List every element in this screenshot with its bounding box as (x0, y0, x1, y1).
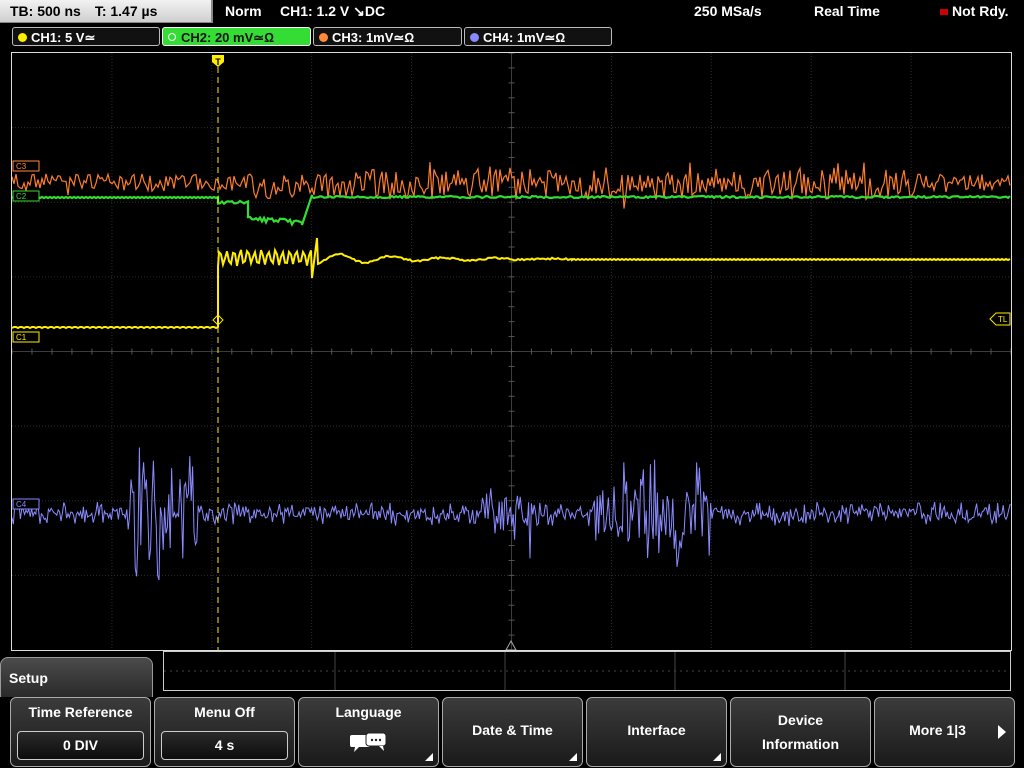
next-page-arrow-icon (998, 725, 1006, 739)
softkey-label: Menu Off (194, 704, 255, 720)
time-reference-value[interactable]: 0 DIV (17, 731, 144, 760)
ch4-marker-label: C4 (16, 500, 27, 509)
acquisition-mode: Real Time (814, 3, 880, 19)
channel-tab-label: CH2: 20 mV≃Ω (181, 30, 275, 45)
speech-bubble-icon (350, 732, 387, 752)
ch1-marker-label: C1 (16, 333, 27, 342)
ch2-marker-label: C2 (16, 192, 27, 201)
channel-tab-ch2[interactable]: CH2: 20 mV≃Ω (162, 27, 311, 46)
softkey-label: Date & Time (472, 722, 553, 738)
zoom-overview-strip[interactable] (163, 651, 1011, 691)
softkey-label: Time Reference (28, 704, 133, 720)
ch3-marker-label: C3 (16, 162, 27, 171)
device-information-softkey[interactable]: Device Information (730, 697, 871, 767)
channel-tab-ch1[interactable]: CH1: 5 V≃ (12, 27, 160, 46)
trigger-level-marker[interactable]: TL (989, 312, 1011, 326)
channel-tab-ch3[interactable]: CH3: 1mV≃Ω (313, 27, 462, 46)
graticule-grid (12, 53, 1011, 650)
ch2-color-dot-icon (168, 33, 176, 41)
submenu-indicator-icon (569, 753, 577, 761)
interface-softkey[interactable]: Interface (586, 697, 727, 767)
ch2-level-marker[interactable]: C2 (12, 190, 40, 202)
ch4-level-marker[interactable]: C4 (12, 498, 40, 510)
ch1-color-dot-icon (18, 33, 27, 42)
timebase-box[interactable]: TB: 500 ns T: 1.47 µs (0, 0, 213, 23)
trigger-position-marker[interactable]: T (212, 55, 224, 67)
channel-tabs: CH1: 5 V≃ CH2: 20 mV≃Ω CH3: 1mV≃Ω CH4: 1… (0, 26, 1024, 48)
channel-tab-ch4[interactable]: CH4: 1mV≃Ω (464, 27, 612, 46)
trigger-marker-label: T (215, 57, 221, 67)
more-softkey[interactable]: More 1|3 (874, 697, 1015, 767)
softkey-label: Device (777, 712, 824, 728)
date-time-softkey[interactable]: Date & Time (442, 697, 583, 767)
softkey-label: Language (335, 704, 402, 720)
ch3-color-dot-icon (319, 33, 328, 42)
channel-tab-label: CH3: 1mV≃Ω (332, 30, 415, 45)
sample-rate: 250 MSa/s (694, 3, 762, 19)
waveform-display[interactable]: T C3 C2 C1 C4 TL (11, 52, 1012, 651)
language-softkey[interactable]: Language (298, 697, 439, 767)
time-reference-softkey[interactable]: Time Reference 0 DIV (10, 697, 151, 767)
timebase-value: TB: 500 ns (10, 3, 81, 19)
status-indicator (940, 9, 948, 15)
trigger-mode[interactable]: Norm (225, 3, 262, 19)
submenu-indicator-icon (713, 753, 721, 761)
submenu-indicator-icon (425, 753, 433, 761)
trigger-level-label: TL (998, 315, 1008, 324)
menu-title: Setup (9, 670, 48, 686)
ch3-level-marker[interactable]: C3 (12, 160, 40, 172)
channel-tab-label: CH1: 5 V≃ (31, 30, 96, 45)
menu-title-tab[interactable]: Setup (0, 657, 153, 697)
ch1-level-marker[interactable]: C1 (12, 331, 40, 343)
softkey-label-line2: Information (762, 736, 839, 752)
softkey-label: Interface (627, 722, 686, 738)
trigger-info[interactable]: CH1: 1.2 V ↘DC (280, 3, 385, 20)
menu-off-softkey[interactable]: Menu Off 4 s (154, 697, 295, 767)
channel-tab-label: CH4: 1mV≃Ω (483, 30, 566, 45)
ch4-color-dot-icon (470, 33, 479, 42)
status-bar: TB: 500 ns T: 1.47 µs Norm CH1: 1.2 V ↘DC… (0, 0, 1024, 25)
softkey-label: More 1|3 (909, 722, 966, 738)
trigger-position-value: T: 1.47 µs (94, 3, 158, 19)
menu-off-value[interactable]: 4 s (161, 731, 288, 760)
acquisition-status: Not Rdy. (952, 3, 1009, 19)
